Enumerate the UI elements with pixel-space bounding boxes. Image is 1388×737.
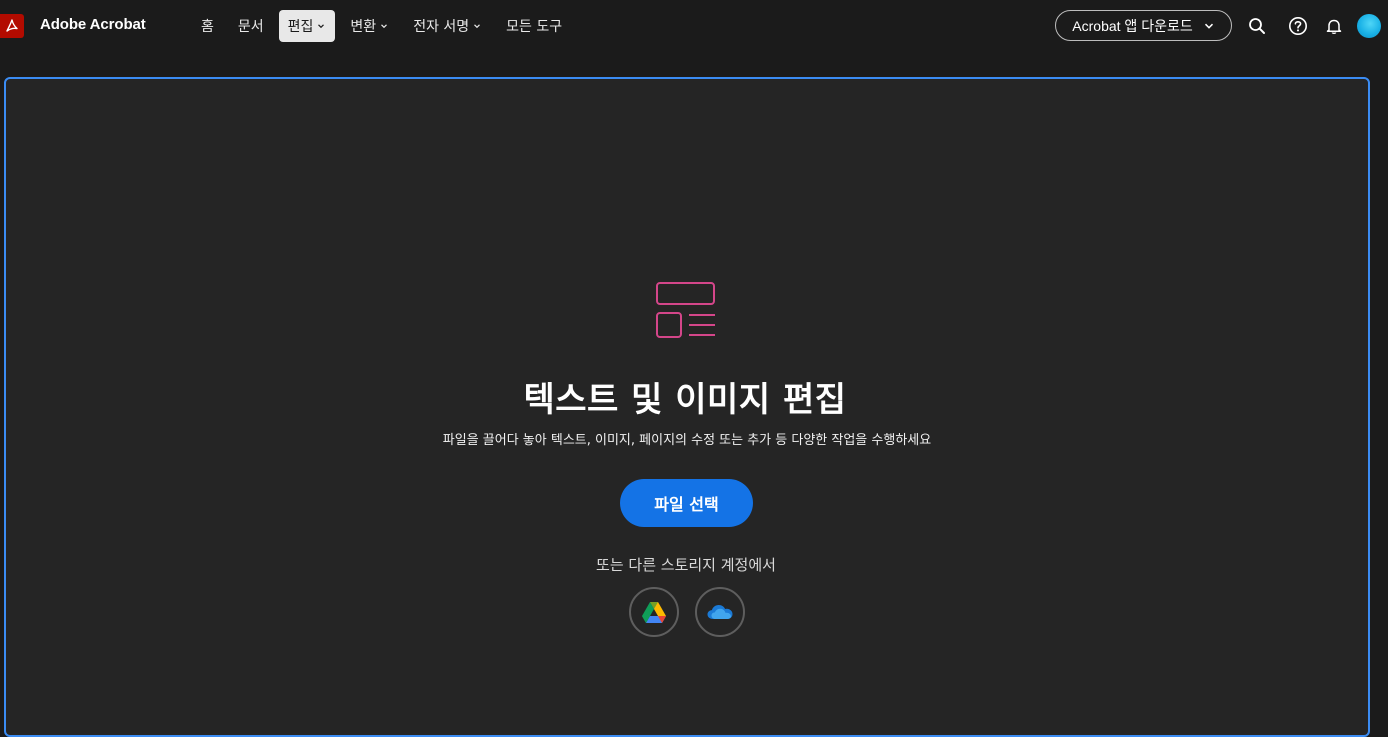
download-app-button[interactable]: Acrobat 앱 다운로드 [1055,10,1232,41]
nav-item-label: 편집 [287,19,314,35]
onedrive-icon [707,605,733,619]
chevron-down-icon [381,24,388,29]
avatar[interactable] [1357,14,1381,38]
nav-item-label: 모든 도구 [506,19,563,35]
chevron-down-icon [474,24,481,29]
nav-item-label: 홈 [201,19,214,35]
bell-icon[interactable] [1322,14,1346,38]
edit-text-image-icon [656,282,715,338]
nav-item-label: 변환 [350,19,377,35]
top-navigation-bar: Adobe Acrobat 홈 문서 편집 변환 전자 서명 모든 도구 Acr… [0,0,1388,52]
help-icon[interactable] [1286,14,1310,38]
chevron-down-icon [1204,23,1213,29]
nav-item-label: 전자 서명 [413,19,470,35]
select-file-button[interactable]: 파일 선택 [620,479,753,527]
nav-item-all-tools[interactable]: 모든 도구 [497,10,571,42]
search-icon[interactable] [1245,14,1269,38]
nav-item-label: 문서 [237,19,264,35]
page-title: 텍스트 및 이미지 편집 [523,380,847,420]
page-subtitle: 파일을 끌어다 놓아 텍스트, 이미지, 페이지의 수정 또는 추가 등 다양한… [442,433,932,448]
nav-item-documents[interactable]: 문서 [229,10,273,42]
google-drive-button[interactable] [629,587,679,637]
nav-item-edit[interactable]: 편집 [278,10,336,42]
acrobat-logo-icon[interactable] [0,14,24,38]
google-drive-icon [642,601,666,623]
chevron-down-icon [318,24,325,29]
storage-label: 또는 다른 스토리지 계정에서 [596,556,776,574]
main-nav: 홈 문서 편집 변환 전자 서명 모든 도구 [192,10,577,42]
onedrive-button[interactable] [695,587,745,637]
nav-item-convert[interactable]: 변환 [341,10,398,42]
nav-item-home[interactable]: 홈 [192,10,223,42]
nav-item-e-sign[interactable]: 전자 서명 [404,10,491,42]
download-app-label: Acrobat 앱 다운로드 [1072,17,1193,34]
app-name[interactable]: Adobe Acrobat [40,16,146,33]
